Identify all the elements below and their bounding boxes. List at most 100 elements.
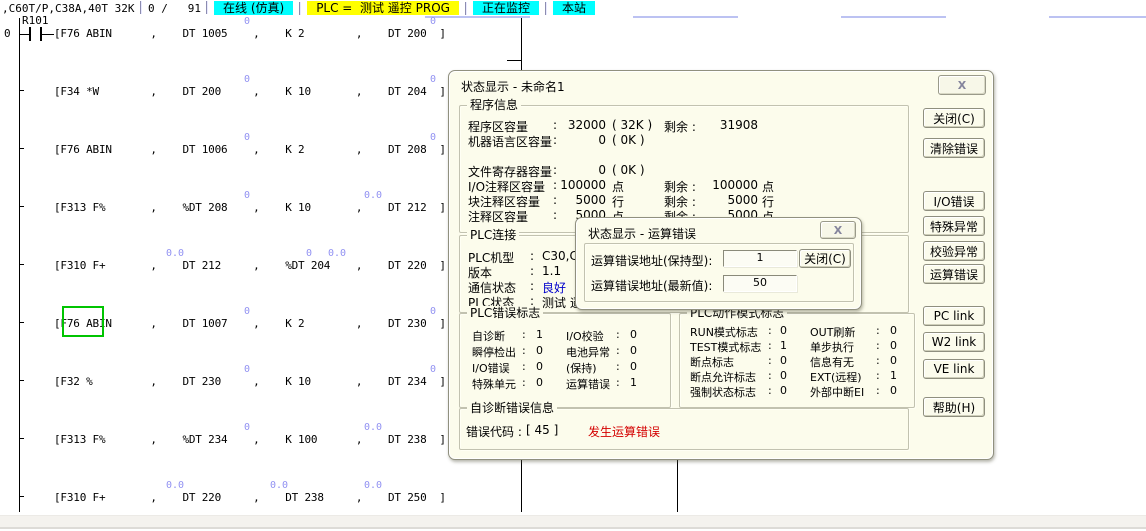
- monitor-value: 0: [244, 364, 250, 375]
- close-button[interactable]: X: [820, 221, 856, 239]
- flag-label: 信息有无: [810, 354, 854, 370]
- monitor-value: 0: [244, 422, 250, 433]
- flag-label: 外部中断EI: [810, 384, 864, 400]
- flag-colon: :: [522, 328, 526, 341]
- monitor-value: 0.0: [270, 480, 288, 491]
- monitor-value: 0: [430, 74, 436, 85]
- remaining-number: 31908: [682, 118, 758, 132]
- monitor-value: 0.0: [364, 422, 382, 433]
- flag-value: 0: [780, 324, 787, 337]
- flag-colon: :: [616, 344, 620, 357]
- flag-row: 特殊单元:0运算错误:1: [460, 376, 670, 391]
- monitor-value: 0: [430, 16, 436, 27]
- info-colon: :: [553, 208, 557, 222]
- rail-tick: [19, 206, 24, 207]
- help-button[interactable]: 帮助(H): [923, 397, 985, 417]
- monitor-value: 0.0: [364, 190, 382, 201]
- monitor-value: 0: [430, 306, 436, 317]
- flag-label: 运算错误: [566, 376, 610, 392]
- diag-error-message: 发生运算错误: [588, 423, 660, 440]
- monitor-value: 0: [306, 248, 312, 259]
- info-row: 机器语言区容量:0( 0K ): [460, 133, 908, 148]
- rung-number: 0: [4, 27, 11, 40]
- flag-row: 瞬停检出:0电池异常:0: [460, 344, 670, 359]
- pc-link-button[interactable]: PC link: [923, 306, 985, 326]
- flag-value: 0: [536, 376, 543, 389]
- error-address-field: 50: [723, 275, 797, 292]
- flag-value: 1: [536, 328, 543, 341]
- ladder-rung[interactable]: [F34 *W , DT 200 , K 10 , DT 204 ]00: [54, 85, 446, 98]
- flag-value: 0: [630, 360, 637, 373]
- info-number: 32000: [558, 118, 606, 132]
- flag-colon: :: [876, 324, 880, 337]
- ladder-rung[interactable]: [F313 F% , %DT 234 , K 100 , DT 238 ]00.…: [54, 433, 446, 446]
- diag-error-group: 自诊断错误信息 错误代码 : [ 45 ] 发生运算错误: [459, 408, 909, 450]
- rail-tick: [19, 264, 24, 265]
- flag-colon: :: [522, 360, 526, 373]
- close-c-button[interactable]: 关闭(C): [799, 249, 851, 268]
- flag-label: 断点标志: [690, 354, 734, 370]
- selection-cursor: [62, 306, 104, 337]
- instruction-text: [F313 F% , %DT 234 , K 100 , DT 238 ]: [54, 433, 446, 446]
- group-title: 程序信息: [467, 98, 521, 112]
- monitor-value: 0.0: [364, 480, 382, 491]
- info-colon: :: [553, 133, 557, 147]
- operation-error-button[interactable]: 运算错误: [923, 264, 985, 284]
- ladder-rung[interactable]: [F32 % , DT 230 , K 10 , DT 234 ]00: [54, 375, 446, 388]
- flag-value: 0: [536, 344, 543, 357]
- flag-colon: :: [876, 354, 880, 367]
- verify-abnormal-button[interactable]: 校验异常: [923, 241, 985, 261]
- flag-label: I/O校验: [566, 328, 604, 344]
- monitor-value: 0.0: [166, 248, 184, 259]
- horizontal-scrollbar[interactable]: [0, 515, 1146, 529]
- rail-tick: [19, 148, 24, 149]
- monitor-value: 0.0: [166, 480, 184, 491]
- close-button[interactable]: X: [938, 75, 986, 95]
- instruction-text: [F32 % , DT 230 , K 10 , DT 234 ]: [54, 375, 446, 388]
- group-title: 自诊断错误信息: [467, 401, 557, 415]
- info-colon: :: [530, 279, 534, 293]
- info-row: I/O注释区容量:100000点剩余 :100000点: [460, 178, 908, 193]
- flag-value: 0: [780, 354, 787, 367]
- flag-colon: :: [522, 376, 526, 389]
- app-window: ,C60T/P,C38A,40T 32K 0 / 91 在线 (仿真)PLC =…: [0, 0, 1146, 531]
- flag-colon: :: [616, 360, 620, 373]
- ladder-rung[interactable]: [F76 ABIN , DT 1007 , K 2 , DT 230 ]00: [54, 317, 446, 330]
- bus-line-segment: [677, 458, 678, 512]
- instruction-text: [F76 ABIN , DT 1007 , K 2 , DT 230 ]: [54, 317, 446, 330]
- info-colon: :: [553, 118, 557, 132]
- info-label: 注释区容量: [468, 208, 528, 225]
- clear-errors-button[interactable]: 清除错误: [923, 138, 985, 158]
- special-abnormal-button[interactable]: 特殊异常: [923, 216, 985, 236]
- info-number: 0: [558, 163, 606, 177]
- info-suffix: ( 32K ): [612, 118, 652, 132]
- flag-value: 1: [780, 339, 787, 352]
- io-error-button[interactable]: I/O错误: [923, 191, 985, 211]
- flag-colon: :: [768, 339, 772, 352]
- rail-tick: [19, 322, 24, 323]
- w2-link-button[interactable]: W2 link: [923, 332, 985, 352]
- rail-tick: [19, 496, 24, 497]
- ladder-rung[interactable]: [F313 F% , %DT 208 , K 10 , DT 212 ]00.0: [54, 201, 446, 214]
- group-title: PLC错误标志: [467, 306, 543, 320]
- ladder-rung[interactable]: [F76 ABIN , DT 1006 , K 2 , DT 208 ]00: [54, 143, 446, 156]
- ladder-rung[interactable]: [F310 F+ , DT 212 , %DT 204 , DT 220 ]0.…: [54, 259, 446, 272]
- ladder-rung[interactable]: [F310 F+ , DT 220 , DT 238 , DT 250 ]0.0…: [54, 491, 446, 504]
- info-number: 100000: [558, 178, 606, 192]
- flag-colon: :: [768, 369, 772, 382]
- remaining-number: 5000: [682, 193, 758, 207]
- info-suffix: ( 0K ): [612, 163, 645, 177]
- rail-tick: [19, 90, 24, 91]
- flag-row: RUN模式标志:0OUT刷新:0: [680, 324, 914, 339]
- flag-value: 0: [780, 369, 787, 382]
- flag-label: 自诊断: [472, 328, 505, 344]
- flag-colon: :: [876, 339, 880, 352]
- contact-wire: [20, 34, 29, 35]
- info-row: 程序区容量:32000( 32K )剩余 :31908: [460, 118, 908, 133]
- close-button-c[interactable]: 关闭(C): [923, 108, 985, 128]
- ve-link-button[interactable]: VE link: [923, 359, 985, 379]
- ladder-rung[interactable]: [F76 ABIN , DT 1005 , K 2 , DT 200 ]00: [54, 27, 446, 40]
- flag-colon: :: [616, 328, 620, 341]
- error-code-label: 错误代码 :: [466, 423, 522, 440]
- monitor-value: 0.0: [328, 248, 346, 259]
